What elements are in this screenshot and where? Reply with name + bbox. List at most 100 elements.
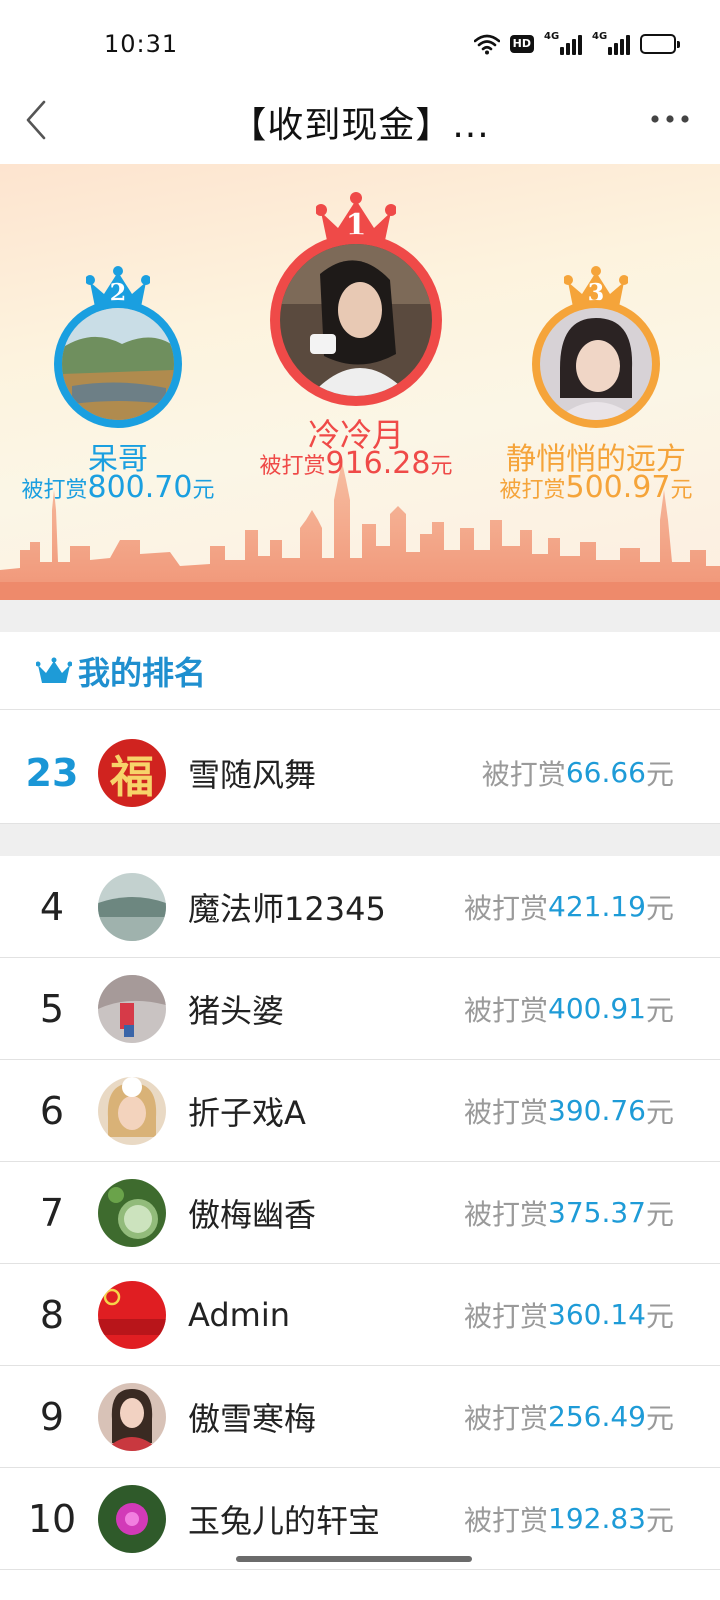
row-name: Admin bbox=[188, 1295, 290, 1334]
row-reward: 被打赏 192.83 元 bbox=[464, 1468, 674, 1569]
reward-prefix: 被打赏 bbox=[499, 478, 566, 503]
rank-number: 7 bbox=[39, 1190, 65, 1235]
reward-prefix: 被打赏 bbox=[259, 454, 326, 479]
reward-unit: 元 bbox=[670, 478, 693, 503]
reward-prefix: 被打赏 bbox=[463, 993, 548, 1027]
reward-prefix: 被打赏 bbox=[481, 757, 566, 791]
signal-label: 4G bbox=[592, 31, 608, 42]
reward-prefix: 被打赏 bbox=[463, 1197, 548, 1231]
reward-amount: 256.49 bbox=[548, 1400, 646, 1433]
reward-amount: 360.14 bbox=[548, 1298, 646, 1331]
signal-4g-icon: 4G bbox=[592, 31, 630, 55]
page-title: 【收到现金】... bbox=[230, 105, 490, 146]
table-row[interactable]: 9 傲雪寒梅 被打赏 256.49 元 bbox=[0, 1366, 720, 1468]
my-rank-header: 我的排名 bbox=[0, 632, 720, 710]
reward-amount: 500.97 bbox=[565, 470, 671, 505]
reward-amount: 375.37 bbox=[548, 1196, 646, 1229]
reward-prefix: 被打赏 bbox=[21, 478, 88, 503]
my-rank-title: 我的排名 bbox=[78, 653, 207, 692]
table-row[interactable]: 4 魔法师12345 被打赏 421.19 元 bbox=[0, 856, 720, 958]
status-bar: 10:31 HD 4G 4G bbox=[0, 0, 720, 88]
status-icons: HD 4G 4G bbox=[473, 30, 680, 58]
title-bar: 【收到现金】... bbox=[0, 88, 720, 164]
podium-second[interactable]: 2 呆哥 被打赏800.70元 bbox=[8, 264, 228, 514]
podium-reward: 被打赏800.70元 bbox=[8, 470, 228, 505]
reward-amount: 421.19 bbox=[548, 890, 646, 923]
reward-unit: 元 bbox=[430, 454, 453, 479]
signal-4g-icon: 4G bbox=[544, 31, 582, 55]
reward-unit: 元 bbox=[645, 1299, 674, 1333]
row-name: 雪随风舞 bbox=[188, 755, 317, 794]
rank-number: 10 bbox=[27, 1496, 77, 1541]
row-name: 傲梅幽香 bbox=[188, 1195, 317, 1234]
reward-unit: 元 bbox=[645, 1401, 674, 1435]
reward-unit: 元 bbox=[192, 478, 215, 503]
rank-number: 4 bbox=[39, 884, 65, 929]
reward-amount: 800.70 bbox=[87, 470, 193, 505]
avatar bbox=[98, 1383, 166, 1451]
status-time: 10:31 bbox=[104, 30, 179, 58]
row-name: 傲雪寒梅 bbox=[188, 1399, 317, 1438]
rank-number: 23 bbox=[25, 750, 79, 795]
section-divider bbox=[0, 824, 720, 856]
table-row[interactable]: 6 折子戏A 被打赏 390.76 元 bbox=[0, 1060, 720, 1162]
rank-number: 6 bbox=[39, 1088, 65, 1133]
wifi-icon bbox=[473, 33, 500, 55]
avatar bbox=[98, 975, 166, 1043]
row-reward: 被打赏 421.19 元 bbox=[464, 856, 674, 957]
reward-prefix: 被打赏 bbox=[463, 891, 548, 925]
avatar bbox=[98, 1485, 166, 1553]
more-dots-icon bbox=[651, 115, 689, 123]
rank-number: 9 bbox=[39, 1394, 65, 1439]
top-three-podium: 2 呆哥 被打赏800.70元 1 冷冷月 被打赏916.28元 3 静悄悄的远… bbox=[0, 164, 720, 600]
reward-unit: 元 bbox=[645, 757, 674, 791]
reward-amount: 916.28 bbox=[325, 446, 431, 481]
reward-unit: 元 bbox=[645, 993, 674, 1027]
avatar bbox=[280, 244, 432, 396]
section-divider bbox=[0, 600, 720, 632]
avatar-ring bbox=[54, 300, 182, 428]
reward-amount: 66.66 bbox=[565, 756, 646, 789]
podium-third[interactable]: 3 静悄悄的远方 被打赏500.97元 bbox=[486, 264, 706, 514]
rank-number: 8 bbox=[39, 1292, 65, 1337]
more-button[interactable] bbox=[644, 96, 696, 142]
podium-reward: 被打赏916.28元 bbox=[236, 446, 476, 481]
table-row[interactable]: 8 Admin 被打赏 360.14 元 bbox=[0, 1264, 720, 1366]
my-rank-row[interactable]: 23 福 雪随风舞 被打赏 66.66 元 bbox=[0, 722, 720, 824]
reward-unit: 元 bbox=[645, 1095, 674, 1129]
reward-unit: 元 bbox=[645, 1197, 674, 1231]
avatar: 福 bbox=[98, 739, 166, 807]
table-row[interactable]: 5 猪头婆 被打赏 400.91 元 bbox=[0, 958, 720, 1060]
avatar-ring bbox=[270, 234, 442, 406]
reward-unit: 元 bbox=[645, 1503, 674, 1537]
reward-amount: 390.76 bbox=[548, 1094, 646, 1127]
row-reward: 被打赏 375.37 元 bbox=[464, 1162, 674, 1263]
row-name: 玉兔儿的轩宝 bbox=[188, 1501, 381, 1540]
reward-unit: 元 bbox=[645, 891, 674, 925]
home-indicator[interactable] bbox=[236, 1556, 472, 1562]
podium-first[interactable]: 1 冷冷月 被打赏916.28元 bbox=[236, 188, 476, 488]
battery-icon bbox=[640, 34, 680, 54]
avatar bbox=[98, 873, 166, 941]
avatar bbox=[540, 308, 652, 420]
row-name: 魔法师12345 bbox=[188, 889, 386, 928]
avatar-ring bbox=[532, 300, 660, 428]
table-row[interactable]: 7 傲梅幽香 被打赏 375.37 元 bbox=[0, 1162, 720, 1264]
row-reward: 被打赏 360.14 元 bbox=[464, 1264, 674, 1365]
table-row[interactable]: 10 玉兔儿的轩宝 被打赏 192.83 元 bbox=[0, 1468, 720, 1570]
avatar-fu-character: 福 bbox=[110, 752, 154, 803]
reward-prefix: 被打赏 bbox=[463, 1095, 548, 1129]
avatar bbox=[98, 1281, 166, 1349]
crown-icon bbox=[36, 657, 72, 685]
row-reward: 被打赏 400.91 元 bbox=[464, 958, 674, 1059]
reward-prefix: 被打赏 bbox=[463, 1401, 548, 1435]
rank-number: 5 bbox=[39, 986, 65, 1031]
reward-prefix: 被打赏 bbox=[463, 1503, 548, 1537]
reward-prefix: 被打赏 bbox=[463, 1299, 548, 1333]
row-name: 折子戏A bbox=[188, 1093, 306, 1132]
hd-icon: HD bbox=[509, 35, 534, 53]
podium-reward: 被打赏500.97元 bbox=[486, 470, 706, 505]
row-reward: 被打赏 390.76 元 bbox=[464, 1060, 674, 1161]
avatar bbox=[98, 1179, 166, 1247]
avatar bbox=[62, 308, 174, 420]
